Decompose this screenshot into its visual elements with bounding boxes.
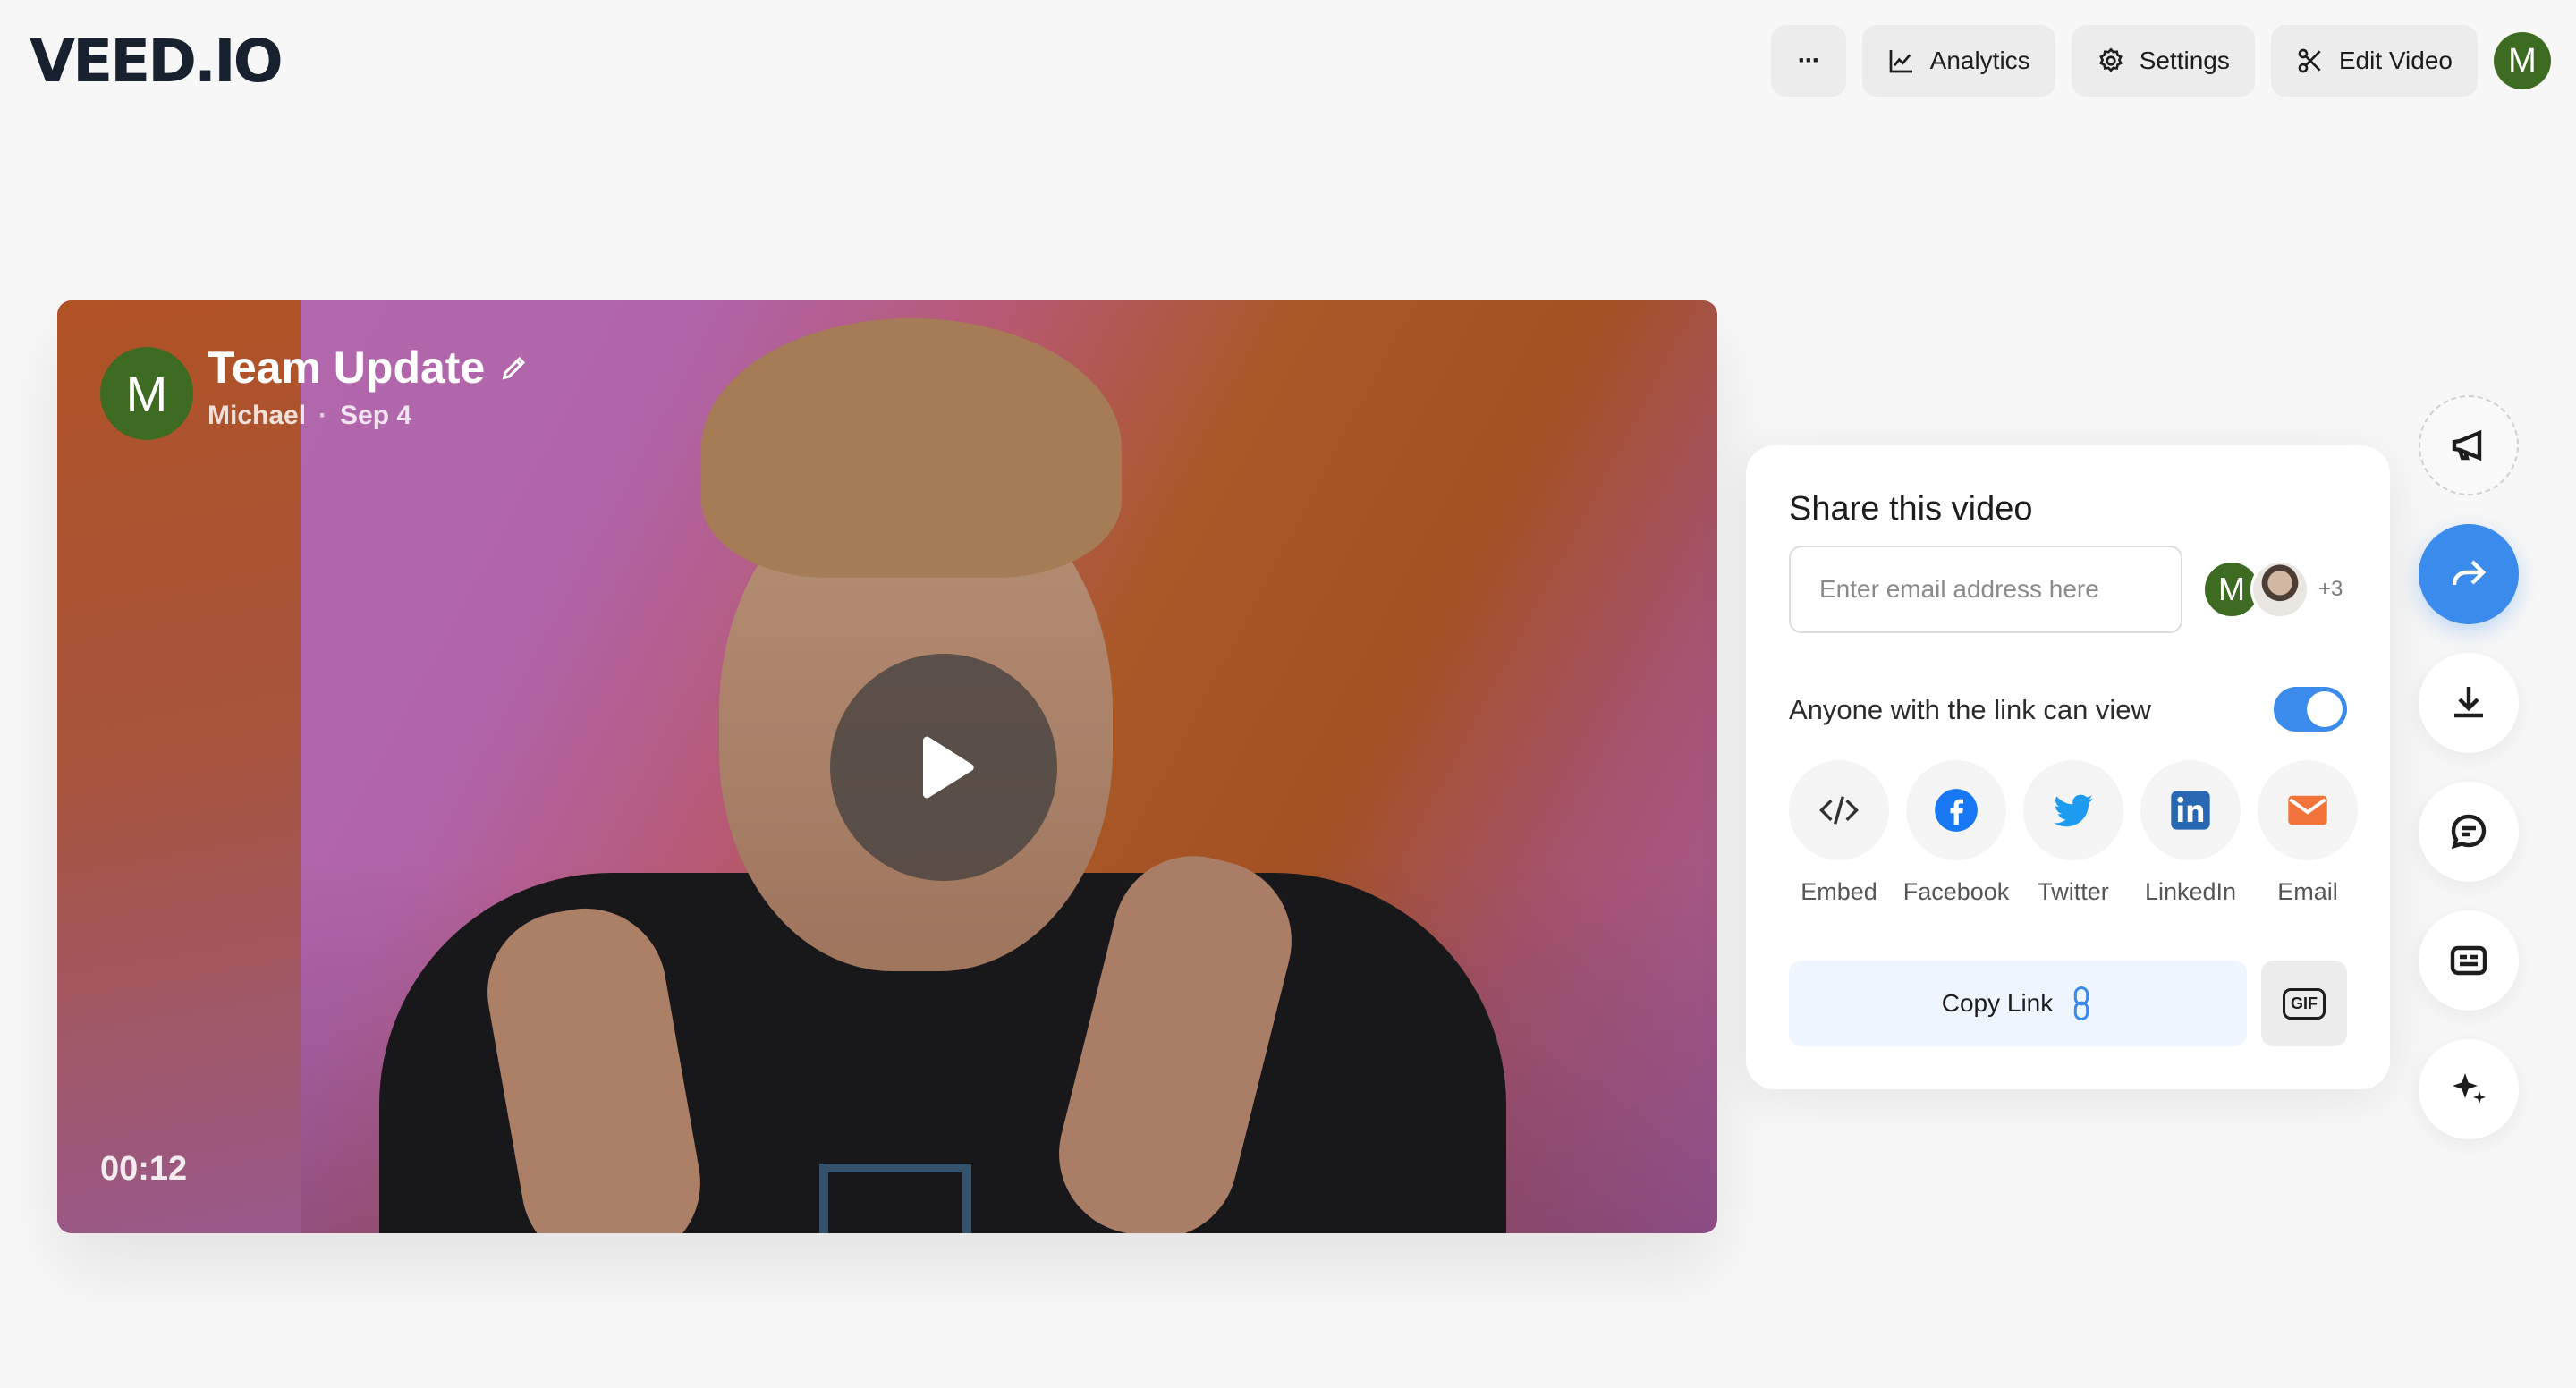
viewer-avatars[interactable]: M +3 xyxy=(2202,560,2343,619)
edit-video-button[interactable]: Edit Video xyxy=(2270,25,2478,97)
embed-circle xyxy=(1789,760,1889,860)
right-action-rail xyxy=(2419,395,2519,1139)
share-arrow-icon xyxy=(2452,560,2487,586)
twitter-label: Twitter xyxy=(2038,878,2109,905)
share-twitter[interactable]: Twitter xyxy=(2023,760,2123,906)
email-circle xyxy=(2258,760,2358,860)
copy-link-button[interactable]: Copy Link xyxy=(1789,961,2247,1046)
email-input[interactable] xyxy=(1789,546,2182,633)
video-title: Team Update xyxy=(208,343,486,393)
sparkle-icon xyxy=(2453,1073,2486,1104)
veed-logo[interactable]: VEED.IO xyxy=(30,27,284,96)
gear-icon xyxy=(2098,47,2123,72)
link-access-toggle[interactable] xyxy=(2274,687,2347,732)
megaphone-icon xyxy=(2452,429,2482,461)
analytics-button[interactable]: Analytics xyxy=(1861,25,2055,97)
share-email[interactable]: Email xyxy=(2258,760,2358,906)
pencil-icon[interactable] xyxy=(499,352,530,383)
user-avatar[interactable]: M xyxy=(2494,32,2551,89)
ai-magic-button[interactable] xyxy=(2419,1039,2519,1139)
video-date: Sep 4 xyxy=(340,401,412,430)
email-icon xyxy=(2288,795,2327,825)
announce-button[interactable] xyxy=(2419,395,2519,495)
share-title: Share this video xyxy=(1789,490,2033,528)
chart-line-icon xyxy=(1889,50,1912,73)
facebook-icon xyxy=(1935,789,1978,832)
more-icon: ··· xyxy=(1797,46,1821,75)
embed-label: Embed xyxy=(1801,878,1877,905)
scissors-icon xyxy=(2298,48,2321,73)
share-linkedin[interactable]: LinkedIn xyxy=(2140,760,2241,906)
video-meta: Michael · Sep 4 xyxy=(208,401,411,431)
captions-icon xyxy=(2450,945,2487,976)
facebook-label: Facebook xyxy=(1902,878,2010,905)
play-icon xyxy=(923,736,974,799)
captions-button[interactable] xyxy=(2419,910,2519,1011)
comments-button[interactable] xyxy=(2419,782,2519,882)
viewers-more-count: +3 xyxy=(2318,577,2343,601)
twitter-icon xyxy=(2054,794,2093,827)
edit-video-label: Edit Video xyxy=(2338,47,2453,74)
linkedin-circle xyxy=(2140,760,2241,860)
viewer-avatar-photo xyxy=(2250,560,2309,619)
twitter-circle xyxy=(2023,760,2123,860)
download-button[interactable] xyxy=(2419,653,2519,753)
link-icon xyxy=(2074,986,2089,1020)
gif-icon: GIF xyxy=(2283,987,2326,1020)
settings-label: Settings xyxy=(2139,47,2230,74)
email-label: Email xyxy=(2277,878,2338,905)
more-options-button[interactable]: ··· xyxy=(1770,25,1846,97)
share-embed[interactable]: Embed xyxy=(1789,760,1889,906)
meta-separator: · xyxy=(318,401,328,430)
code-icon xyxy=(1819,796,1859,825)
share-panel: Share this video M +3 Anyone with the li… xyxy=(1746,445,2390,1089)
play-button[interactable] xyxy=(830,654,1057,881)
share-options: Embed Facebook Twitter LinkedIn Email xyxy=(1789,760,2358,906)
video-timestamp: 00:12 xyxy=(100,1150,188,1188)
gif-button[interactable]: GIF xyxy=(2261,961,2347,1046)
linkedin-icon xyxy=(2171,791,2210,830)
video-title-row: Team Update xyxy=(208,342,530,394)
linkedin-label: LinkedIn xyxy=(2144,878,2237,905)
comment-icon xyxy=(2451,814,2487,850)
copy-link-label: Copy Link xyxy=(1941,989,2054,1017)
link-access-label: Anyone with the link can view xyxy=(1789,694,2151,725)
top-toolbar: ··· Analytics Settings Edit Video M xyxy=(1770,25,2551,97)
download-icon xyxy=(2454,687,2483,718)
author-avatar: M xyxy=(100,347,193,440)
facebook-circle xyxy=(1906,760,2006,860)
settings-button[interactable]: Settings xyxy=(2071,25,2255,97)
video-author: Michael xyxy=(208,401,307,430)
analytics-label: Analytics xyxy=(1929,47,2030,74)
share-button[interactable] xyxy=(2419,524,2519,624)
share-facebook[interactable]: Facebook xyxy=(1903,760,2009,906)
video-player[interactable]: M Team Update Michael · Sep 4 00:12 xyxy=(57,300,1717,1233)
